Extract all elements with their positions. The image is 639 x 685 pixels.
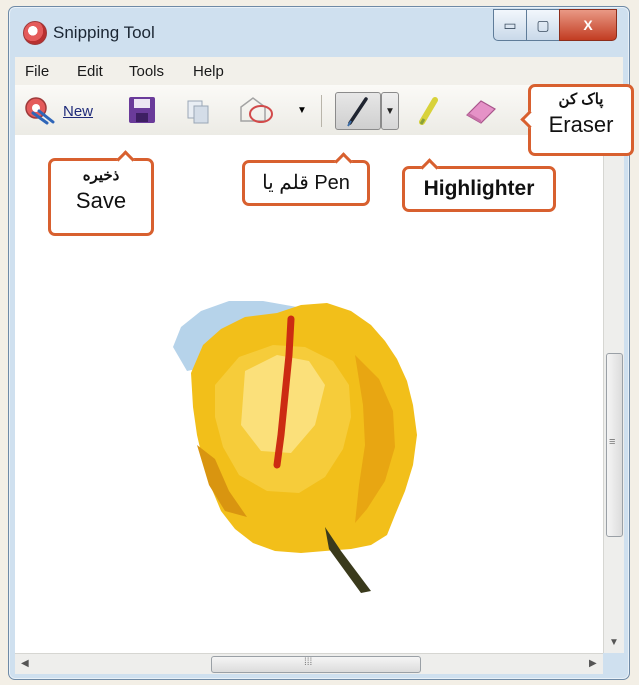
save-callout-english: Save — [75, 188, 127, 213]
pen-button[interactable] — [335, 92, 381, 130]
pen-callout: قلم یا Pen — [242, 152, 370, 206]
send-snip-icon — [240, 97, 273, 123]
maximize-icon: ▢ — [536, 16, 550, 33]
snipping-tool-app-icon — [23, 21, 47, 45]
save-button[interactable] — [127, 95, 157, 125]
highlighter-button[interactable] — [413, 95, 443, 125]
eraser-callout: پاک کن Eraser — [520, 84, 634, 156]
send-snip-button[interactable] — [237, 95, 281, 125]
copy-icon — [187, 100, 209, 124]
save-callout: ذخیره Save — [48, 150, 154, 236]
window-title: Snipping Tool — [53, 23, 155, 42]
maximize-button[interactable]: ▢ — [526, 9, 560, 41]
floppy-disk-icon — [129, 97, 155, 123]
vertical-grip-icon: ≡ — [609, 436, 616, 448]
scroll-left-arrow-icon[interactable]: ◀ — [21, 658, 29, 669]
scroll-right-arrow-icon[interactable]: ▶ — [589, 658, 597, 669]
menu-tools[interactable]: Tools — [129, 63, 164, 80]
minimize-icon: ▭ — [503, 16, 517, 33]
vertical-scrollbar[interactable]: ▲ ≡ ▼ — [603, 135, 624, 653]
menu-bar: File Edit Tools Help — [15, 57, 623, 86]
pen-dropdown-button[interactable]: ▼ — [381, 92, 399, 130]
menu-file[interactable]: File — [25, 63, 49, 80]
new-button-label[interactable]: New — [63, 103, 93, 120]
send-dropdown-arrow[interactable]: ▼ — [297, 95, 309, 125]
copy-button[interactable] — [183, 95, 213, 125]
menu-edit[interactable]: Edit — [77, 63, 103, 80]
horizontal-scroll-thumb[interactable]: ⁞⁞⁞ — [211, 656, 421, 673]
highlighter-callout: Highlighter — [402, 158, 556, 212]
close-icon: X — [583, 17, 593, 33]
scroll-down-arrow-icon[interactable]: ▼ — [609, 637, 619, 648]
eraser-callout-english: Eraser — [548, 112, 614, 137]
minimize-button[interactable]: ▭ — [493, 9, 527, 41]
eraser-icon — [466, 100, 496, 124]
chevron-down-icon: ▼ — [385, 105, 395, 117]
pen-icon — [347, 97, 368, 127]
save-callout-persian: ذخیره — [82, 167, 120, 184]
eraser-callout-persian: پاک کن — [558, 91, 604, 108]
horizontal-grip-icon: ⁞⁞⁞ — [304, 657, 313, 668]
title-bar[interactable]: Snipping Tool ▭ ▢ X — [9, 7, 629, 57]
eraser-button[interactable] — [463, 95, 499, 125]
menu-help[interactable]: Help — [193, 63, 224, 80]
new-snip-icon — [25, 97, 55, 125]
horizontal-scrollbar[interactable]: ◀ ⁞⁞⁞ ▶ — [15, 653, 603, 674]
toolbar-separator — [321, 95, 322, 127]
highlighter-icon — [419, 97, 438, 125]
close-button[interactable]: X — [559, 9, 617, 41]
pen-callout-text: قلم یا Pen — [262, 172, 350, 194]
vertical-scroll-thumb[interactable]: ≡ — [606, 353, 623, 537]
